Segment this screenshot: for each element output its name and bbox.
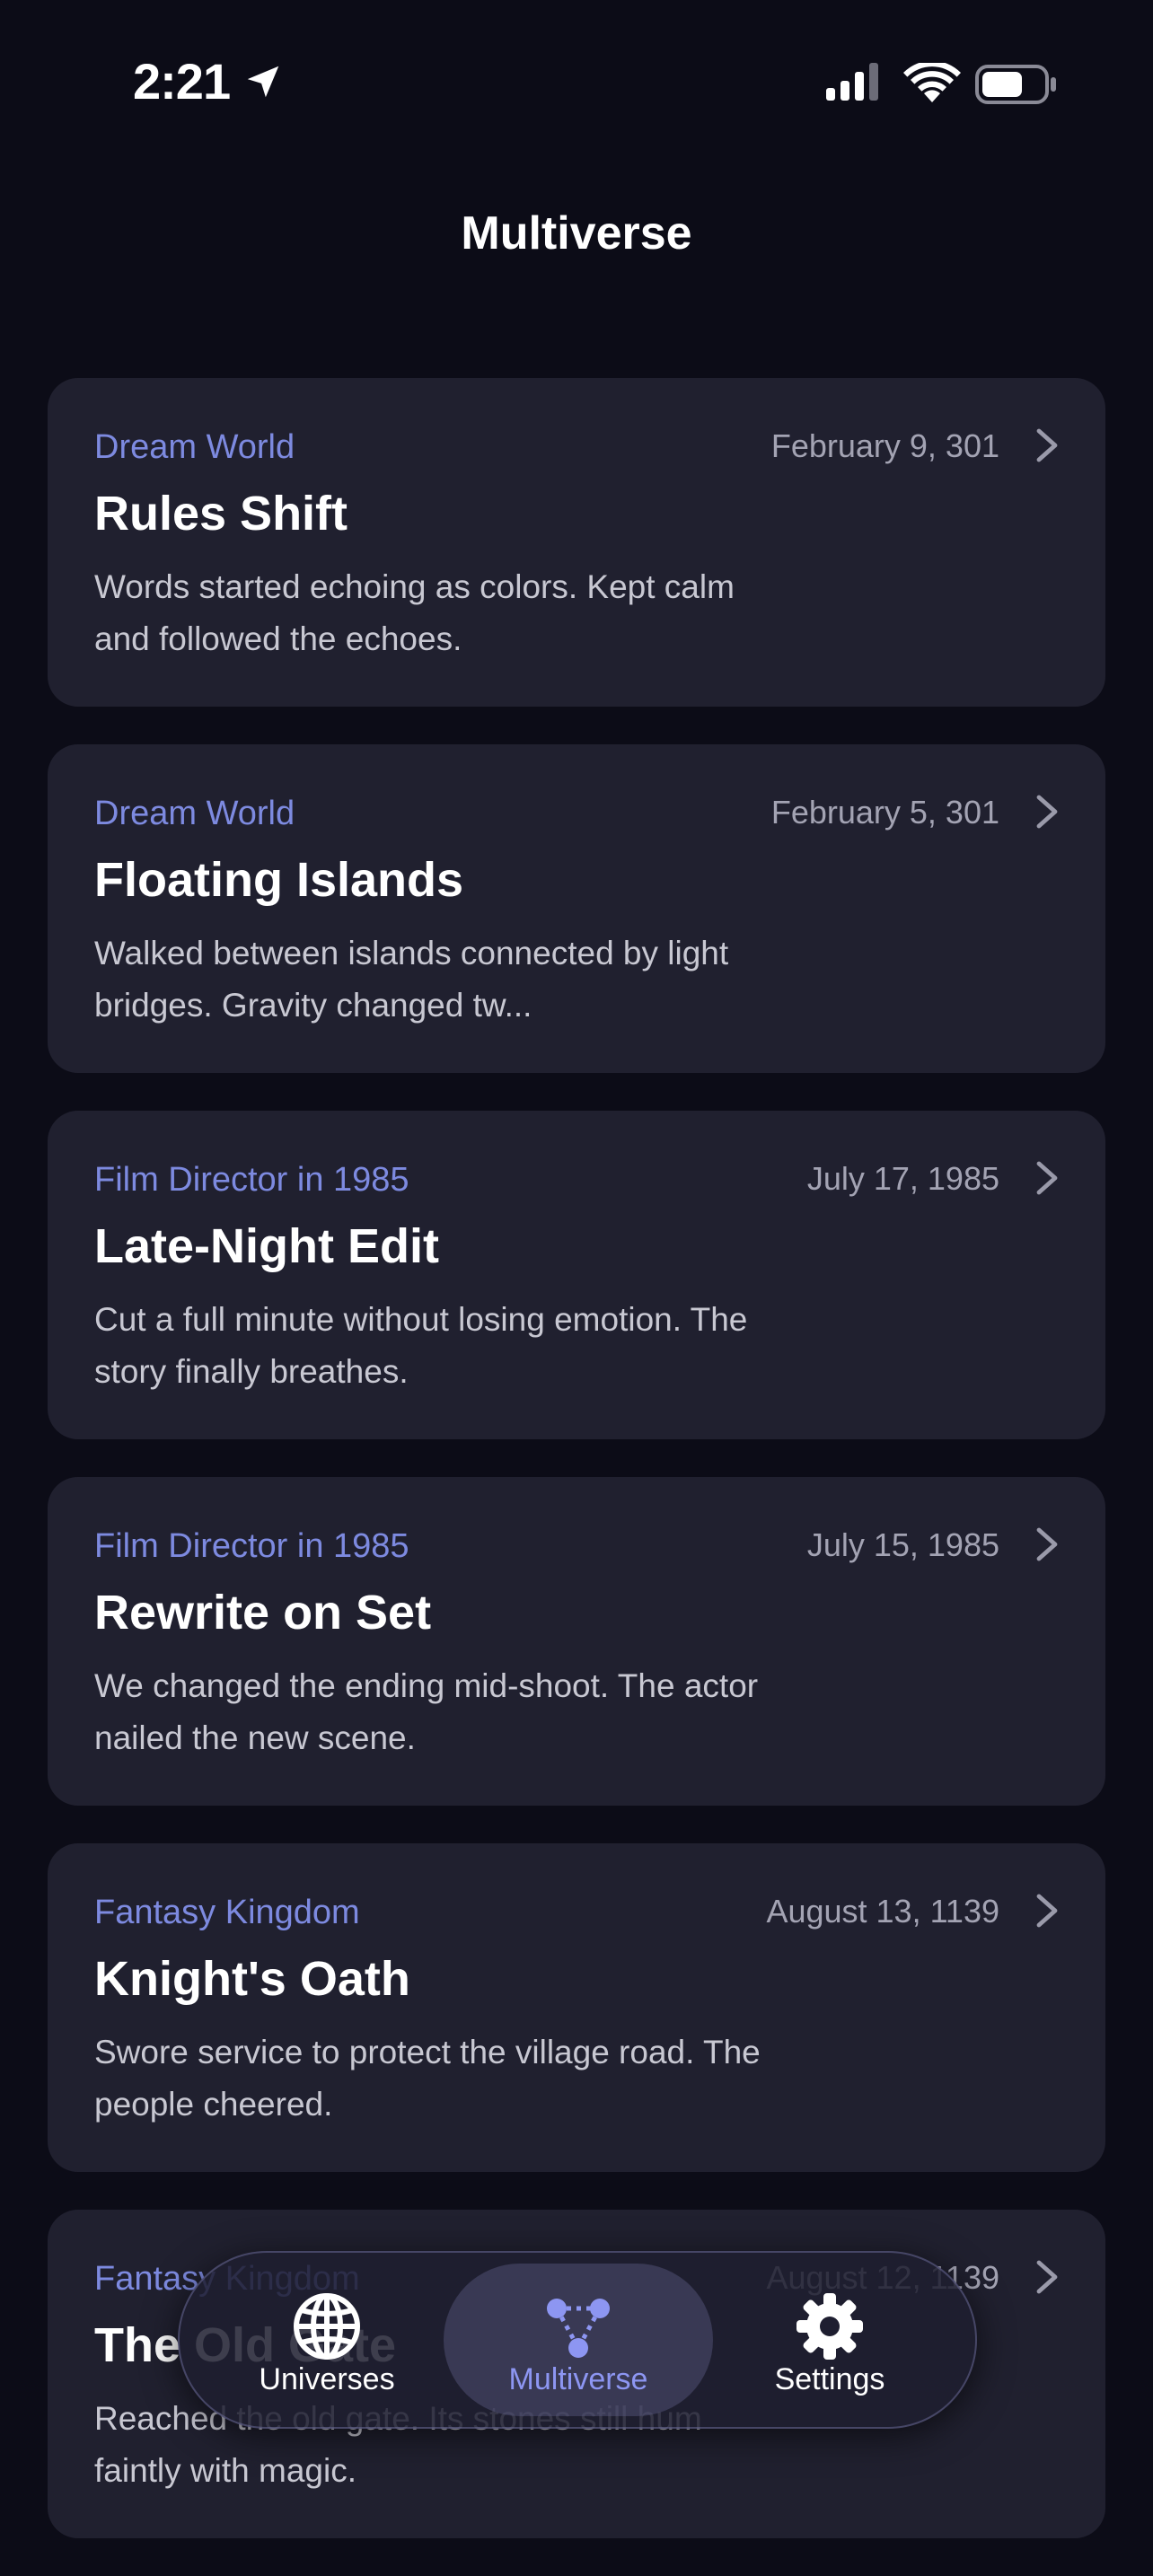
entry-universe-label: Dream World [94,428,295,466]
entry-card[interactable]: Film Director in 1985 July 17, 1985 Late… [48,1111,1105,1439]
entry-list: Dream World February 9, 301 Rules Shift … [48,378,1105,2576]
entry-summary: Cut a full minute without losing emotion… [94,1301,748,1390]
multiverse-nodes-icon [547,2299,610,2358]
page-title: Multiverse [461,207,692,259]
entry-date: July 17, 1985 [806,1160,999,1197]
entry-summary: Swore service to protect the village roa… [94,2034,761,2123]
cellular-signal-icon [826,63,878,101]
chevron-right-icon [1036,2260,1058,2294]
globe-icon [294,2293,360,2360]
entry-title: Late-Night Edit [94,1219,439,1273]
entry-date: February 5, 301 [770,794,999,831]
entry-universe-label: Film Director in 1985 [94,1527,409,1565]
entry-card[interactable]: Fantasy Kingdom August 13, 1139 Knight's… [48,1843,1105,2172]
tab-settings[interactable]: Settings [695,2264,964,2416]
entry-date: August 13, 1139 [766,1893,999,1930]
wifi-icon [903,63,961,102]
entry-date: February 9, 301 [770,427,999,464]
chevron-right-icon [1036,428,1058,462]
status-time: 2:21 [133,53,231,110]
entry-title: Rules Shift [94,487,348,541]
chevron-right-icon [1036,1527,1058,1561]
tab-multiverse[interactable]: Multiverse [444,2264,713,2416]
entry-title: Rewrite on Set [94,1586,432,1640]
chevron-right-icon [1036,1894,1058,1928]
entry-universe-label: Dream World [94,795,295,832]
entry-title: Knight's Oath [94,1952,410,2006]
entry-summary: We changed the ending mid-shoot. The act… [94,1667,759,1756]
tab-bar: Universes Multiverse Settings [178,2251,977,2429]
location-arrow-icon [247,66,279,98]
tab-universes[interactable]: Universes [192,2264,462,2416]
battery-icon [975,65,1056,104]
entry-date: July 15, 1985 [806,1526,999,1563]
status-bar: 2:21 [0,0,1153,171]
entry-title: Floating Islands [94,853,464,907]
entry-universe-label: Film Director in 1985 [94,1161,409,1199]
tab-label: Settings [774,2362,885,2396]
entry-summary: Walked between islands connected by ligh… [94,935,729,1024]
entry-card[interactable]: Dream World February 9, 301 Rules Shift … [48,378,1105,707]
tab-label: Multiverse [508,2362,648,2396]
chevron-right-icon [1036,1161,1058,1195]
entry-card[interactable]: Film Director in 1985 July 15, 1985 Rewr… [48,1477,1105,1806]
entry-universe-label: Fantasy Kingdom [94,1894,360,1931]
entry-summary: Words started echoing as colors. Kept ca… [94,568,735,657]
tab-label: Universes [259,2362,395,2396]
entry-card[interactable]: Dream World February 5, 301 Floating Isl… [48,744,1105,1073]
gear-icon [797,2293,863,2360]
chevron-right-icon [1036,795,1058,829]
